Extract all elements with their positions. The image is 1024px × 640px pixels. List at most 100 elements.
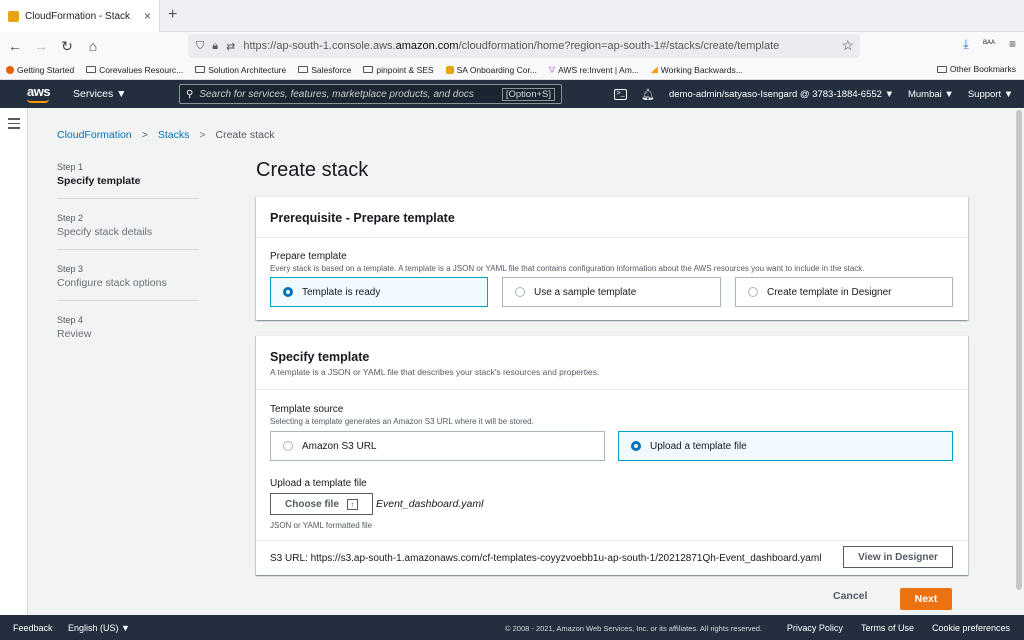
lock-icon[interactable]: 🔒︎ [212,40,218,53]
panel-header: Prerequisite - Prepare template [256,197,968,238]
folder-icon [298,66,309,73]
cancel-button[interactable]: Cancel [833,590,867,602]
panel-heading: Prerequisite - Prepare template [270,211,455,225]
search-bar[interactable]: ⚲ [Option+S] [179,84,562,104]
download-icon[interactable]: ⤓ [963,37,968,52]
field-label: Template source [270,404,344,415]
choose-file-button[interactable]: Choose file ↑ [270,493,373,515]
option-sample-template[interactable]: Use a sample template [502,277,721,307]
home-icon[interactable]: ⌂ [82,38,104,54]
radio-icon [283,287,293,297]
new-tab-button[interactable]: + [168,6,177,24]
account-menu[interactable]: demo-admin/satyaso-Isengard @ 3783-1884-… [669,89,894,100]
bookmark-item[interactable]: SA Onboarding Cor... [445,65,537,75]
reinvent-icon: ▽ [548,65,556,74]
bookmarks-bar: Getting Started Corevalues Resourc... So… [0,60,1024,80]
option-upload-file[interactable]: Upload a template file [618,431,953,461]
panel-heading: Specify template [270,350,370,364]
step-divider [57,198,199,199]
reload-icon[interactable]: ↻ [56,38,78,55]
aws-logo[interactable]: aws [27,84,51,103]
aws-smile-icon [27,99,49,103]
extension-icon[interactable]: aᴀᴀ [983,37,995,52]
support-menu[interactable]: Support ▼ [968,89,1013,100]
aws-favicon-icon [8,10,19,22]
browser-tab[interactable]: CloudFormation - Stack × [0,0,160,32]
step-divider [57,249,199,250]
other-bookmarks[interactable]: Other Bookmarks [936,64,1016,74]
bookmark-item[interactable]: Salesforce [298,65,351,75]
panel-description: A template is a JSON or YAML file that d… [270,367,600,377]
bookmark-item[interactable]: ▽ AWS re:Invent | Am... [549,65,639,75]
firefox-icon [6,65,14,74]
wizard-step-4[interactable]: Step 4 Review [57,315,199,340]
browser-nav-bar: ← → ↻ ⌂ ⛉ 🔒︎ ⇄ https://ap-south-1.consol… [0,32,1024,60]
radio-icon [748,287,758,297]
language-selector[interactable]: English (US) ▼ [68,623,130,633]
copyright-text: © 2008 - 2021, Amazon Web Services, Inc.… [505,624,763,633]
folder-icon [195,66,206,73]
prepare-template-field: Prepare template Every stack is based on… [270,251,960,273]
specify-template-panel: Specify template A template is a JSON or… [256,335,968,575]
tab-title: CloudFormation - Stack [25,10,131,22]
view-in-designer-button[interactable]: View in Designer [843,546,953,568]
breadcrumb-stacks[interactable]: Stacks [158,129,190,141]
cookie-preferences-link[interactable]: Cookie preferences [932,623,1010,633]
upload-icon: ↑ [346,498,358,510]
bookmark-item[interactable]: Getting Started [6,65,74,75]
notifications-bell-icon[interactable]: 🔔︎ [641,88,655,101]
shield-icon[interactable]: ⛉ [196,40,204,53]
folder-icon [936,65,947,73]
bookmark-item[interactable]: ◢ Working Backwards... [651,64,743,75]
bookmark-item[interactable]: Solution Architecture [195,65,286,75]
option-template-ready[interactable]: Template is ready [270,277,488,307]
option-s3-url[interactable]: Amazon S3 URL [270,431,605,461]
feedback-link[interactable]: Feedback [13,623,53,633]
panel-header: Specify template A template is a JSON or… [256,336,968,390]
upload-label: Upload a template file [270,478,367,489]
url-text: https://ap-south-1.console.aws.amazon.co… [243,40,780,52]
search-icon: ⚲ [186,88,194,100]
close-tab-icon[interactable]: × [144,9,151,23]
main-content: CloudFormation > Stacks > Create stack S… [28,108,1014,615]
hamburger-menu-icon[interactable]: ≡ [1009,37,1016,52]
cloudshell-icon[interactable]: >_ [614,89,627,100]
breadcrumb: CloudFormation > Stacks > Create stack [57,129,274,141]
url-bar[interactable]: ⛉ 🔒︎ ⇄ https://ap-south-1.console.aws.am… [188,34,860,58]
scrollbar[interactable] [1014,108,1024,615]
search-input[interactable] [199,88,496,100]
back-icon[interactable]: ← [4,38,26,54]
folder-icon [86,66,97,73]
hamburger-icon[interactable] [8,118,20,132]
aws-box-icon [445,65,454,74]
bookmark-item[interactable]: Corevalues Resourc... [86,65,183,75]
services-menu[interactable]: Services ▼ [73,88,127,100]
browser-tab-bar: CloudFormation - Stack × + [0,0,1024,32]
radio-icon [515,287,525,297]
terms-of-use-link[interactable]: Terms of Use [861,623,914,633]
option-designer[interactable]: Create template in Designer [735,277,953,307]
upload-hint: JSON or YAML formatted file [270,521,373,530]
forward-icon[interactable]: → [30,38,52,54]
amazon-icon: ◢ [650,64,658,74]
scrollbar-thumb[interactable] [1016,110,1022,590]
field-label: Prepare template [270,251,347,262]
folder-icon [363,66,374,73]
next-button[interactable]: Next [900,588,952,610]
divider [256,540,968,541]
bookmark-item[interactable]: pinpoint & SES [363,65,434,75]
bookmark-star-icon[interactable]: ☆ [841,37,854,54]
page-title: Create stack [256,159,369,181]
wizard-step-1: Step 1 Specify template [57,162,141,187]
breadcrumb-separator: > [199,129,206,141]
breadcrumb-cloudformation[interactable]: CloudFormation [57,129,132,141]
region-menu[interactable]: Mumbai ▼ [908,89,954,100]
console-footer: Feedback English (US) ▼ © 2008 - 2021, A… [0,615,1024,640]
wizard-step-3[interactable]: Step 3 Configure stack options [57,264,199,289]
radio-icon [631,441,641,451]
permissions-icon[interactable]: ⇄ [226,40,235,53]
privacy-policy-link[interactable]: Privacy Policy [787,623,843,633]
field-description: Selecting a template generates an Amazon… [270,417,534,426]
step-divider [57,300,199,301]
wizard-step-2[interactable]: Step 2 Specify stack details [57,213,199,238]
